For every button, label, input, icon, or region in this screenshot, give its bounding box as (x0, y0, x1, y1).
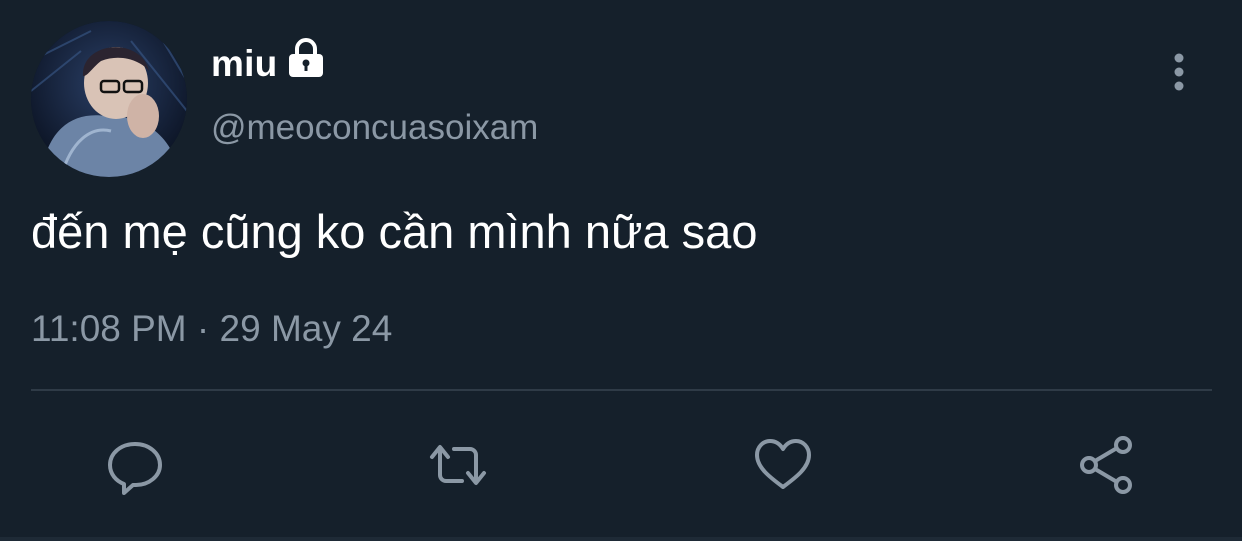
display-name-row: miu (211, 38, 327, 90)
lock-icon (285, 37, 327, 79)
retweet-icon (430, 445, 486, 485)
comment-icon (108, 442, 162, 495)
like-button[interactable] (751, 433, 815, 497)
avatar[interactable] (31, 21, 187, 177)
share-icon (1080, 436, 1132, 494)
heart-icon (755, 439, 811, 489)
retweet-button[interactable] (426, 433, 490, 497)
display-name[interactable]: miu (211, 43, 277, 85)
share-button[interactable] (1075, 433, 1139, 497)
tweet-text: đến mẹ cũng ko cần mình nữa sao (31, 205, 758, 258)
tweet-timestamp[interactable]: 11:08 PM · 29 May 24 (31, 308, 392, 350)
tweet-card: miu @meoconcuasoixam đến mẹ cũng ko cần … (0, 0, 1242, 541)
avatar-image (31, 21, 187, 177)
reply-button[interactable] (103, 433, 167, 497)
user-handle[interactable]: @meoconcuasoixam (211, 108, 538, 148)
bottom-divider (0, 537, 1242, 541)
more-vertical-icon[interactable] (1166, 50, 1192, 94)
divider (31, 389, 1212, 391)
